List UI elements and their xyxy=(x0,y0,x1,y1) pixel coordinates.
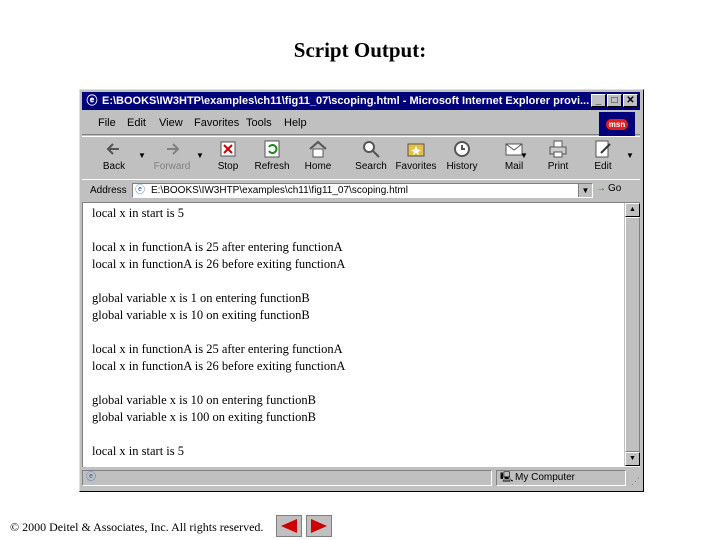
next-slide-button[interactable] xyxy=(306,515,332,537)
window-title: E:\BOOKS\IW3HTP\examples\ch11\fig11_07\s… xyxy=(102,95,590,107)
stop-label: Stop xyxy=(217,161,239,172)
menu-view[interactable]: View xyxy=(159,117,183,129)
back-label: Back xyxy=(102,161,126,172)
security-zone: 🖳 My Computer xyxy=(496,470,626,486)
output-line: local x in functionA is 26 before exitin… xyxy=(92,257,346,271)
favorites-icon xyxy=(407,143,425,157)
edit-label: Edit xyxy=(594,161,612,172)
favorites-button[interactable]: Favorites xyxy=(394,137,438,179)
output-line: local x in functionA is 25 after enterin… xyxy=(92,342,343,356)
output-line: global variable x is 100 on exiting func… xyxy=(92,410,316,424)
home-icon xyxy=(309,140,327,158)
output-line: local x in functionA is 25 after enterin… xyxy=(92,240,343,254)
output-text: local x in start is 5 local x in function… xyxy=(92,205,622,460)
output-line: global variable x is 10 on exiting funct… xyxy=(92,308,310,322)
address-label: Address xyxy=(90,185,127,196)
menu-bar: File Edit View Favorites Tools Help xyxy=(82,112,640,135)
slide-title: Script Output: xyxy=(293,38,427,62)
ie-page-icon: ⓔ xyxy=(86,472,96,483)
edit-icon xyxy=(595,140,611,158)
stop-icon xyxy=(220,141,236,157)
menu-favorites[interactable]: Favorites xyxy=(194,117,239,129)
edit-dropdown-icon[interactable]: ▼ xyxy=(626,151,634,160)
history-icon xyxy=(454,141,470,157)
status-text-area: ⓔ xyxy=(82,470,492,486)
ie-page-icon: ⓔ xyxy=(135,185,145,196)
vertical-scrollbar[interactable]: ▲ ▼ xyxy=(624,203,640,466)
print-icon xyxy=(549,140,567,158)
menu-help[interactable]: Help xyxy=(284,117,307,129)
scroll-up-button[interactable]: ▲ xyxy=(625,203,640,217)
output-line: local x in start is 5 xyxy=(92,444,184,458)
go-button[interactable]: → Go xyxy=(596,183,621,194)
toolbar: Back ▼ Forward ▼ Stop Refresh Home Searc… xyxy=(82,136,640,180)
copyright-text: 2000 Deitel & Associates, Inc. All right… xyxy=(22,520,264,534)
print-label: Print xyxy=(547,161,569,172)
output-line: global variable x is 1 on entering funct… xyxy=(92,291,310,305)
favorites-label: Favorites xyxy=(395,161,437,172)
edit-button[interactable]: Edit xyxy=(588,137,618,179)
menu-tools[interactable]: Tools xyxy=(246,117,272,129)
output-line: local x in functionA is 26 before exitin… xyxy=(92,359,346,373)
back-dropdown-icon[interactable]: ▼ xyxy=(138,151,146,160)
address-value[interactable]: E:\BOOKS\IW3HTP\examples\ch11\fig11_07\s… xyxy=(151,184,408,197)
zone-label: My Computer xyxy=(515,472,576,483)
print-button[interactable]: Print xyxy=(540,137,576,179)
address-dropdown-icon[interactable]: ▼ xyxy=(578,184,592,197)
menu-edit[interactable]: Edit xyxy=(127,117,146,129)
refresh-icon xyxy=(264,140,280,158)
maximize-button[interactable]: □ xyxy=(607,94,622,107)
computer-icon: 🖳 xyxy=(500,472,514,483)
forward-arrow-icon xyxy=(167,143,180,155)
copyright-symbol: © xyxy=(10,520,20,534)
prev-slide-button[interactable] xyxy=(276,515,302,537)
minimize-button[interactable]: _ xyxy=(591,94,606,107)
next-slide-icon xyxy=(311,519,327,533)
close-button[interactable]: ✕ xyxy=(623,94,638,107)
history-label: History xyxy=(446,161,478,172)
scroll-down-button[interactable]: ▼ xyxy=(625,452,640,466)
forward-dropdown-icon[interactable]: ▼ xyxy=(196,151,204,160)
status-bar: ⓔ 🖳 My Computer ⋰ xyxy=(82,469,640,487)
forward-label: Forward xyxy=(153,161,191,172)
page-content: local x in start is 5 local x in function… xyxy=(82,202,640,467)
title-bar[interactable]: ⓔ E:\BOOKS\IW3HTP\examples\ch11\fig11_07… xyxy=(82,92,640,110)
ie-page-icon: ⓔ xyxy=(86,95,98,107)
msn-logo: msn xyxy=(599,112,635,136)
go-arrow-icon: → xyxy=(596,183,606,194)
menu-file[interactable]: File xyxy=(98,117,116,129)
copyright-footer: © 2000 Deitel & Associates, Inc. All rig… xyxy=(10,520,263,535)
mail-label: Mail xyxy=(504,161,524,172)
scroll-thumb[interactable] xyxy=(625,217,640,452)
output-line: local x in start is 5 xyxy=(92,206,184,220)
home-button[interactable]: Home xyxy=(300,137,336,179)
search-label: Search xyxy=(355,161,387,172)
mail-dropdown-icon[interactable]: ▼ xyxy=(520,151,528,160)
home-label: Home xyxy=(304,161,332,172)
output-line: global variable x is 10 on entering func… xyxy=(92,393,316,407)
prev-slide-icon xyxy=(281,519,297,533)
resize-grip-icon[interactable]: ⋰ xyxy=(631,476,640,487)
back-arrow-icon xyxy=(106,143,119,155)
address-bar: Address ⓔ E:\BOOKS\IW3HTP\examples\ch11\… xyxy=(82,179,640,203)
stop-button[interactable]: Stop xyxy=(210,137,246,179)
refresh-button[interactable]: Refresh xyxy=(250,137,294,179)
browser-window: ⓔ E:\BOOKS\IW3HTP\examples\ch11\fig11_07… xyxy=(79,89,644,492)
forward-button[interactable]: Forward xyxy=(148,137,196,179)
address-input[interactable]: ⓔ E:\BOOKS\IW3HTP\examples\ch11\fig11_07… xyxy=(132,183,593,198)
go-label: Go xyxy=(608,183,622,194)
search-icon xyxy=(363,141,380,158)
search-button[interactable]: Search xyxy=(350,137,392,179)
history-button[interactable]: History xyxy=(442,137,482,179)
back-button[interactable]: Back xyxy=(94,137,134,179)
refresh-label: Refresh xyxy=(254,161,290,172)
